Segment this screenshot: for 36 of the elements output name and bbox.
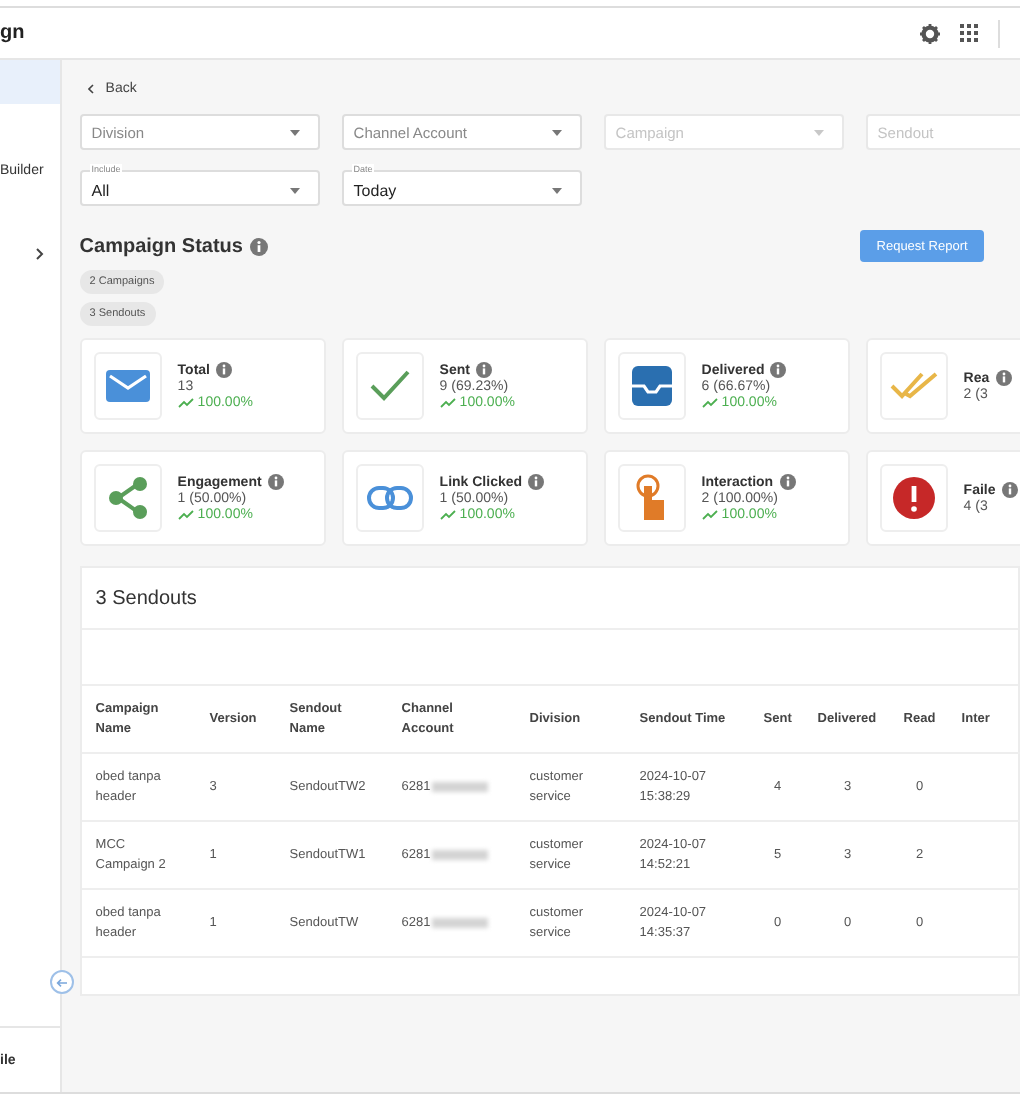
hand-icon bbox=[633, 474, 670, 522]
trend-up-icon bbox=[439, 510, 456, 520]
double-check-icon bbox=[889, 370, 938, 402]
info-icon[interactable] bbox=[779, 474, 796, 490]
table-title: 3 Sendouts bbox=[81, 568, 1018, 630]
inbox-icon bbox=[629, 364, 674, 408]
caret-down-icon bbox=[549, 186, 564, 196]
link-icon bbox=[365, 484, 414, 512]
trend-up-icon bbox=[177, 510, 194, 520]
trend-up-icon bbox=[439, 398, 456, 408]
info-icon[interactable] bbox=[250, 237, 269, 255]
info-icon[interactable] bbox=[1001, 482, 1018, 498]
trend-up-icon bbox=[177, 398, 194, 408]
info-icon[interactable] bbox=[216, 362, 232, 378]
caret-down-icon bbox=[549, 127, 564, 137]
share-icon bbox=[107, 476, 148, 520]
caret-down-icon bbox=[287, 127, 302, 137]
caret-down-icon bbox=[811, 127, 826, 137]
caret-down-icon bbox=[287, 186, 302, 196]
check-icon bbox=[367, 368, 412, 404]
info-icon[interactable] bbox=[995, 370, 1012, 386]
mail-icon bbox=[103, 366, 152, 406]
apps-grid-icon[interactable] bbox=[960, 24, 978, 42]
info-icon[interactable] bbox=[267, 474, 284, 490]
alert-icon bbox=[891, 476, 936, 520]
info-icon[interactable] bbox=[770, 362, 787, 378]
page-title: gn bbox=[0, 22, 25, 44]
info-icon[interactable] bbox=[528, 474, 545, 490]
settings-icon[interactable] bbox=[920, 23, 940, 43]
info-icon[interactable] bbox=[475, 362, 492, 378]
collapse-button[interactable] bbox=[49, 970, 74, 994]
section-title: Campaign Status bbox=[79, 235, 243, 257]
arrow-left-icon bbox=[55, 977, 68, 987]
chevron-left-icon bbox=[87, 83, 94, 93]
trend-up-icon bbox=[701, 510, 718, 520]
trend-up-icon bbox=[701, 398, 718, 408]
